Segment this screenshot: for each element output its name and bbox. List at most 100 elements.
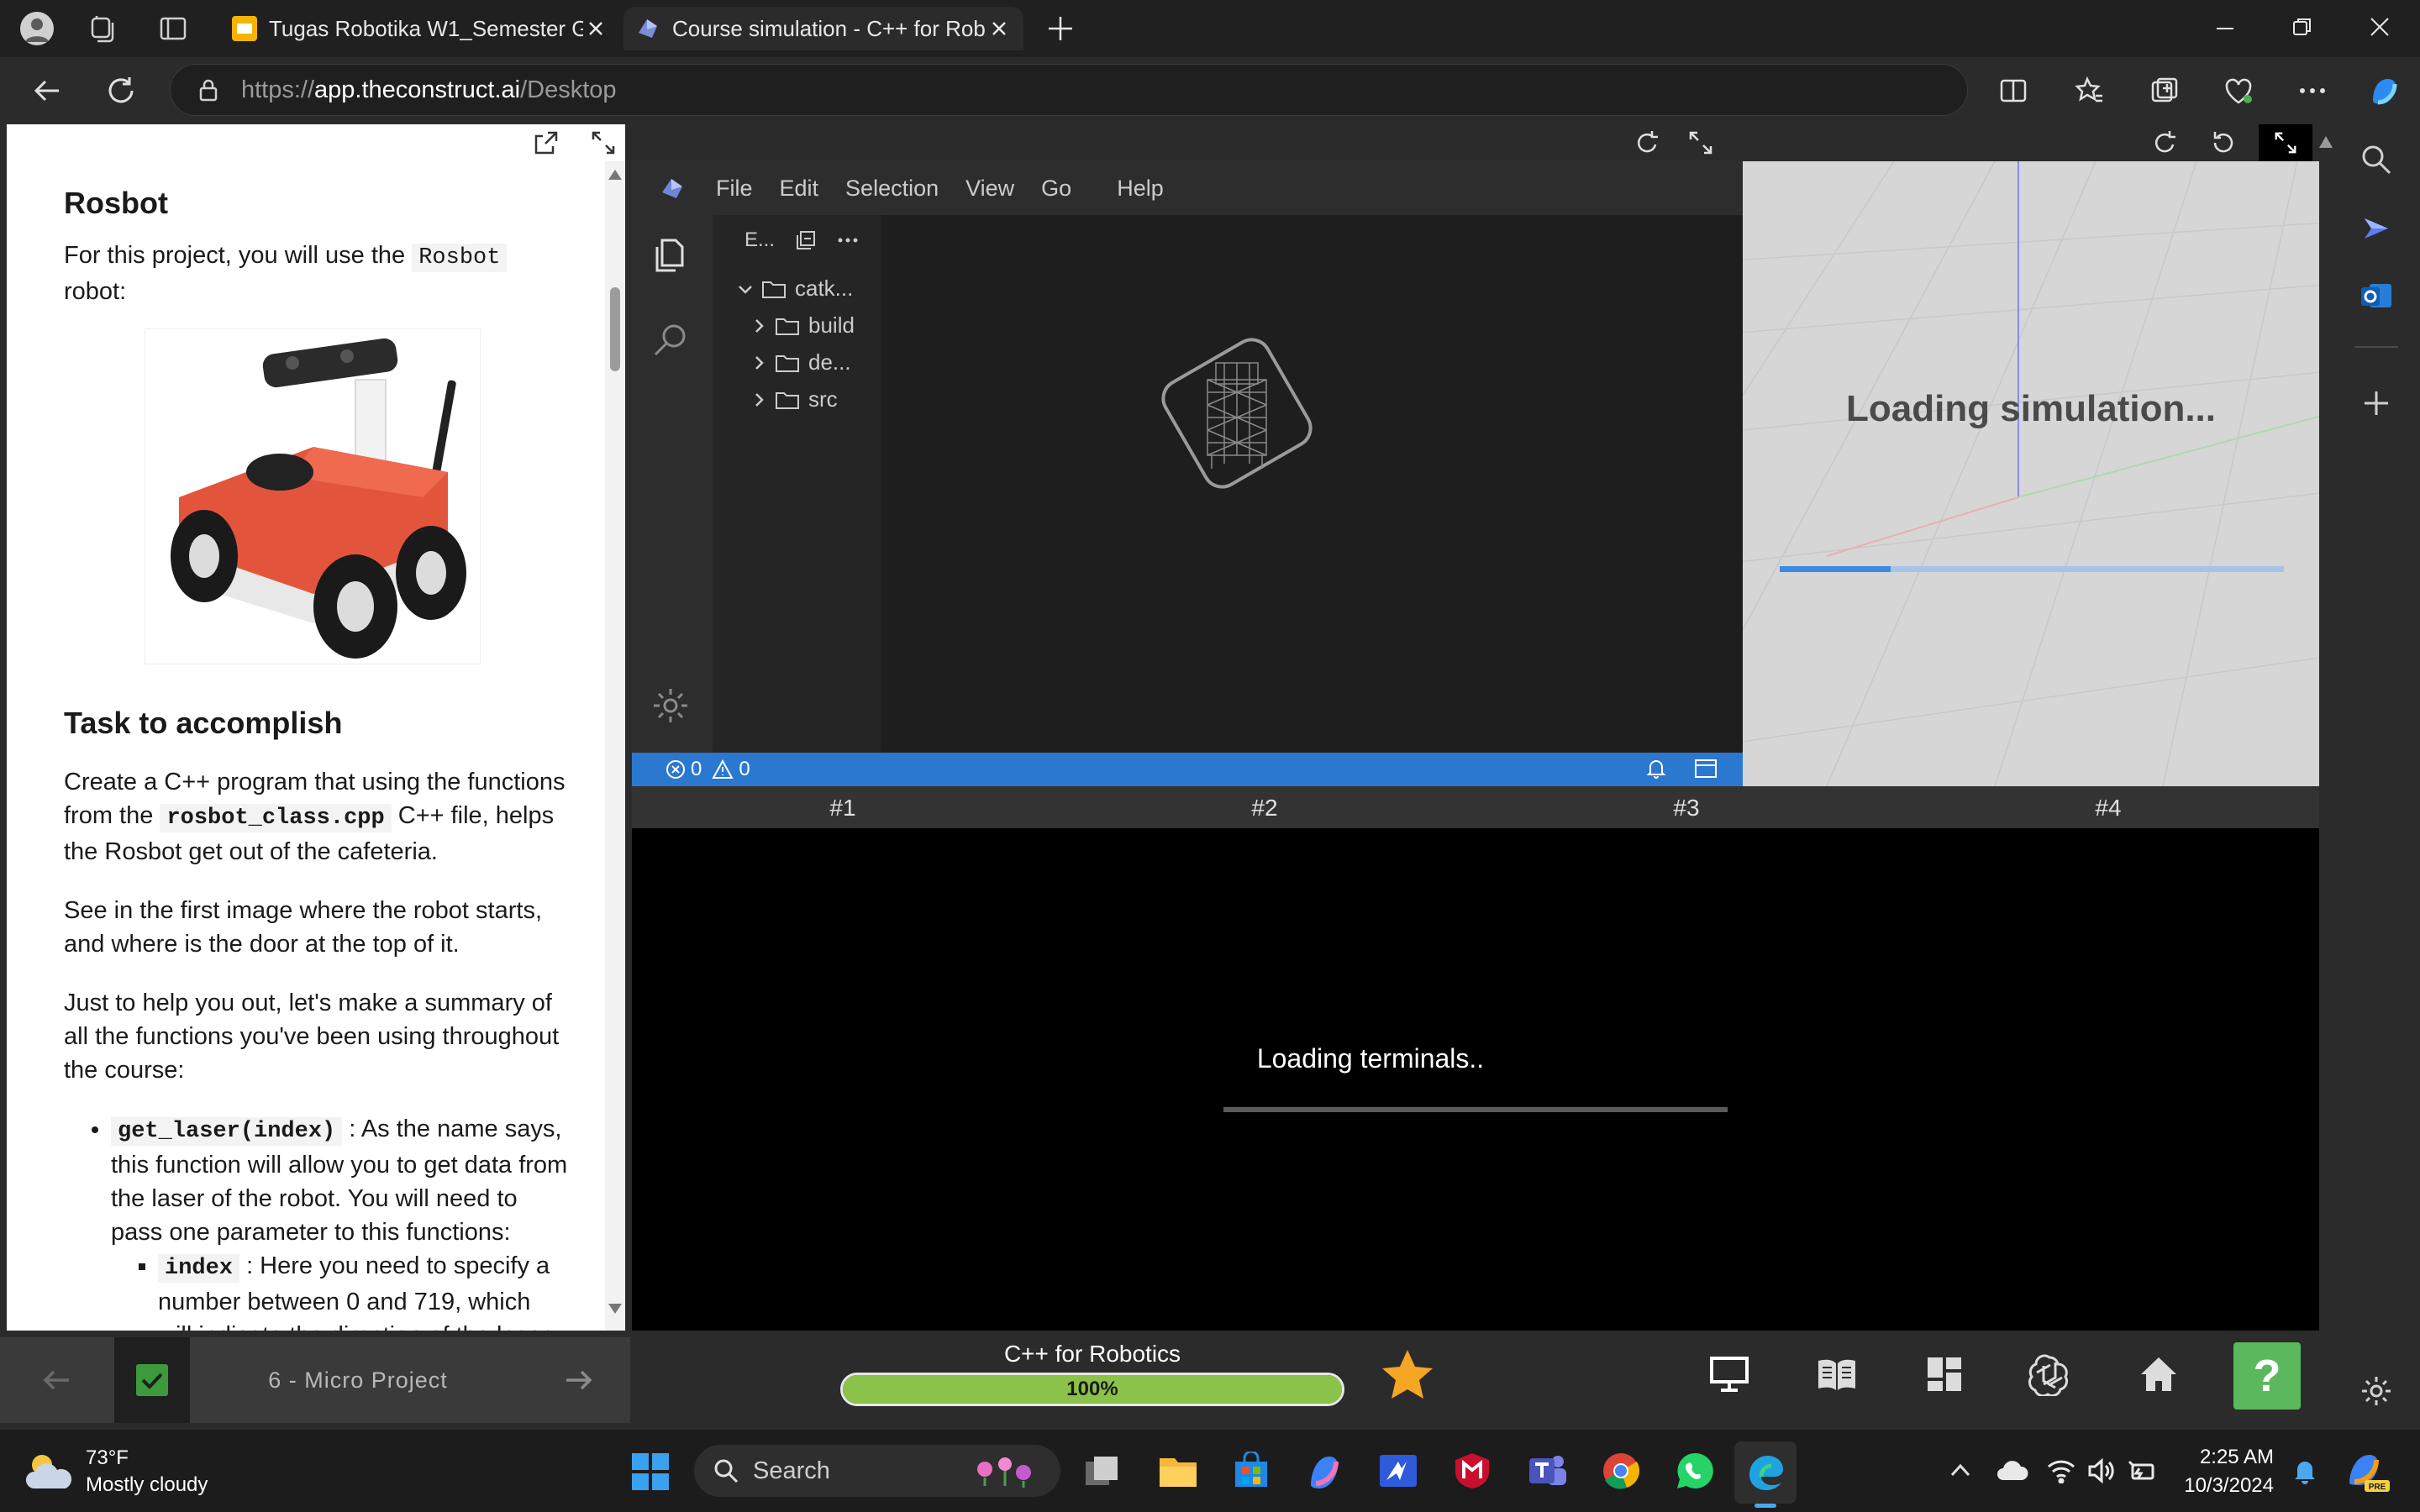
next-unit-button[interactable] <box>526 1337 630 1423</box>
scroll-up-icon[interactable] <box>2319 136 2333 148</box>
inline-code: rosbot_class.cpp <box>160 804 392 832</box>
favorites-icon[interactable] <box>2074 76 2104 106</box>
close-icon[interactable] <box>583 16 608 41</box>
site-info-icon[interactable] <box>196 77 221 102</box>
layout-panel-icon[interactable] <box>1694 759 1718 779</box>
rate-course-star-icon[interactable] <box>1380 1347 1435 1403</box>
minimize-icon[interactable] <box>2215 18 2235 39</box>
copilot-app-icon[interactable] <box>2360 212 2393 245</box>
profile-avatar[interactable] <box>20 12 54 45</box>
start-button[interactable] <box>630 1452 671 1492</box>
collapse-all-icon[interactable] <box>795 229 817 251</box>
close-window-icon[interactable] <box>2370 17 2390 37</box>
terminal-tab-4[interactable]: #4 <box>1897 795 2319 822</box>
ai-assistant-icon[interactable] <box>2028 1354 2070 1396</box>
workspaces-icon[interactable] <box>87 13 118 44</box>
url-host: app.theconstruct.ai <box>314 76 521 103</box>
battery-icon[interactable] <box>2128 1458 2158 1483</box>
file-explorer-icon[interactable] <box>1158 1453 1198 1490</box>
split-screen-icon[interactable] <box>1998 76 2028 106</box>
whatsapp-icon[interactable] <box>1676 1452 1714 1490</box>
collections-icon[interactable] <box>2149 76 2180 106</box>
tree-item-build[interactable]: build <box>750 312 855 339</box>
menu-view[interactable]: View <box>965 176 1014 202</box>
tab-tugas-robotika[interactable]: Tugas Robotika W1_Semester Ganjil <box>220 7 620 50</box>
help-button[interactable]: ? <box>2233 1342 2301 1410</box>
back-icon[interactable] <box>30 74 64 108</box>
reset-simulation-icon[interactable] <box>2210 129 2237 156</box>
outlook-icon[interactable] <box>2360 279 2393 312</box>
copilot-taskbar-icon[interactable] <box>1304 1452 1344 1490</box>
reload-icon[interactable] <box>2151 129 2178 156</box>
terminal-area[interactable]: Loading terminals.. <box>632 828 2319 1331</box>
wifi-icon[interactable] <box>2047 1458 2075 1483</box>
terminal-tab-3[interactable]: #3 <box>1476 795 1897 822</box>
sidebar-settings-icon[interactable] <box>2360 1374 2393 1408</box>
task-view-icon[interactable] <box>1084 1455 1121 1488</box>
browser-essentials-icon[interactable] <box>2223 76 2254 106</box>
search-icon[interactable] <box>650 319 691 360</box>
taskbar-search[interactable]: Search <box>694 1445 1060 1497</box>
copilot-pre-icon[interactable]: PRE <box>2344 1450 2390 1492</box>
unit-complete-checkbox[interactable] <box>114 1337 190 1423</box>
unit-label[interactable]: 6 - Micro Project <box>190 1337 526 1423</box>
more-actions-icon[interactable] <box>837 229 859 251</box>
scroll-up-icon[interactable] <box>608 170 622 180</box>
explorer-icon[interactable] <box>650 235 691 276</box>
tree-item-src[interactable]: src <box>750 386 838 412</box>
search-icon[interactable] <box>2360 143 2393 176</box>
menu-edit[interactable]: Edit <box>780 176 819 202</box>
ide-logo-icon <box>659 174 687 202</box>
chrome-icon[interactable] <box>1602 1452 1640 1490</box>
notebook-scrollbar[interactable] <box>605 161 625 1331</box>
layout-grid-icon[interactable] <box>1926 1356 1963 1393</box>
tab-actions-icon[interactable] <box>158 13 188 44</box>
scroll-down-icon[interactable] <box>608 1304 622 1314</box>
expand-icon[interactable] <box>1687 129 1714 156</box>
tree-item-catkin[interactable]: catk... <box>736 276 853 302</box>
refresh-icon[interactable] <box>104 74 138 108</box>
simulation-viewport[interactable]: Loading simulation... <box>1743 161 2319 786</box>
power-automate-icon[interactable] <box>1378 1453 1418 1488</box>
previous-unit-button[interactable] <box>0 1337 114 1423</box>
open-external-icon[interactable] <box>533 129 560 156</box>
menu-go[interactable]: Go <box>1041 176 1071 202</box>
volume-icon[interactable] <box>2087 1458 2116 1483</box>
notebook-panel[interactable]: Rosbot For this project, you will use th… <box>7 161 625 1331</box>
weather-widget[interactable]: 73°F Mostly cloudy <box>24 1445 208 1499</box>
edge-taskbar-icon[interactable] <box>1734 1441 1797 1504</box>
home-icon[interactable] <box>2139 1356 2178 1393</box>
notification-bell-icon[interactable] <box>2292 1458 2317 1485</box>
show-hidden-icons-chevron-up-icon[interactable] <box>1949 1462 1971 1478</box>
menu-help[interactable]: Help <box>1117 176 1164 202</box>
scrollbar-thumb[interactable] <box>610 287 620 371</box>
teams-icon[interactable] <box>1528 1452 1568 1490</box>
microsoft-store-icon[interactable] <box>1232 1452 1270 1490</box>
explorer-panel: E... catk... build de... src <box>713 215 881 753</box>
expand-icon[interactable] <box>590 129 617 156</box>
terminal-tab-2[interactable]: #2 <box>1054 795 1476 822</box>
mcafee-icon[interactable] <box>1454 1452 1491 1490</box>
page-scrollbar[interactable] <box>2319 124 2333 1430</box>
address-bar[interactable]: https://app.theconstruct.ai/Desktop <box>170 64 1968 116</box>
desktop-view-icon[interactable] <box>1709 1356 1749 1393</box>
notebook-view-icon[interactable] <box>1815 1356 1859 1393</box>
more-options-icon[interactable] <box>2297 76 2328 106</box>
restore-icon[interactable] <box>2292 17 2312 37</box>
menu-selection[interactable]: Selection <box>845 176 939 202</box>
new-tab-icon[interactable] <box>1045 13 1076 44</box>
notifications-bell-icon[interactable] <box>1645 758 1667 780</box>
onedrive-cloud-icon[interactable] <box>1996 1460 2028 1482</box>
close-icon[interactable] <box>986 16 1012 41</box>
copilot-icon[interactable] <box>2365 72 2403 111</box>
tree-item-devel[interactable]: de... <box>750 349 851 375</box>
terminal-tab-1[interactable]: #1 <box>632 795 1054 822</box>
settings-gear-icon[interactable] <box>650 685 691 726</box>
problems-indicator[interactable]: 0 0 <box>666 758 750 781</box>
fullscreen-button[interactable] <box>2259 124 2312 161</box>
add-sidebar-app-icon[interactable] <box>2360 386 2393 420</box>
clock[interactable]: 2:25 AM 10/3/2024 <box>2173 1443 2274 1500</box>
reload-icon[interactable] <box>1634 129 1660 156</box>
menu-file[interactable]: File <box>716 176 753 202</box>
tab-course-simulation[interactable]: Course simulation - C++ for Robotics <box>623 7 1023 50</box>
